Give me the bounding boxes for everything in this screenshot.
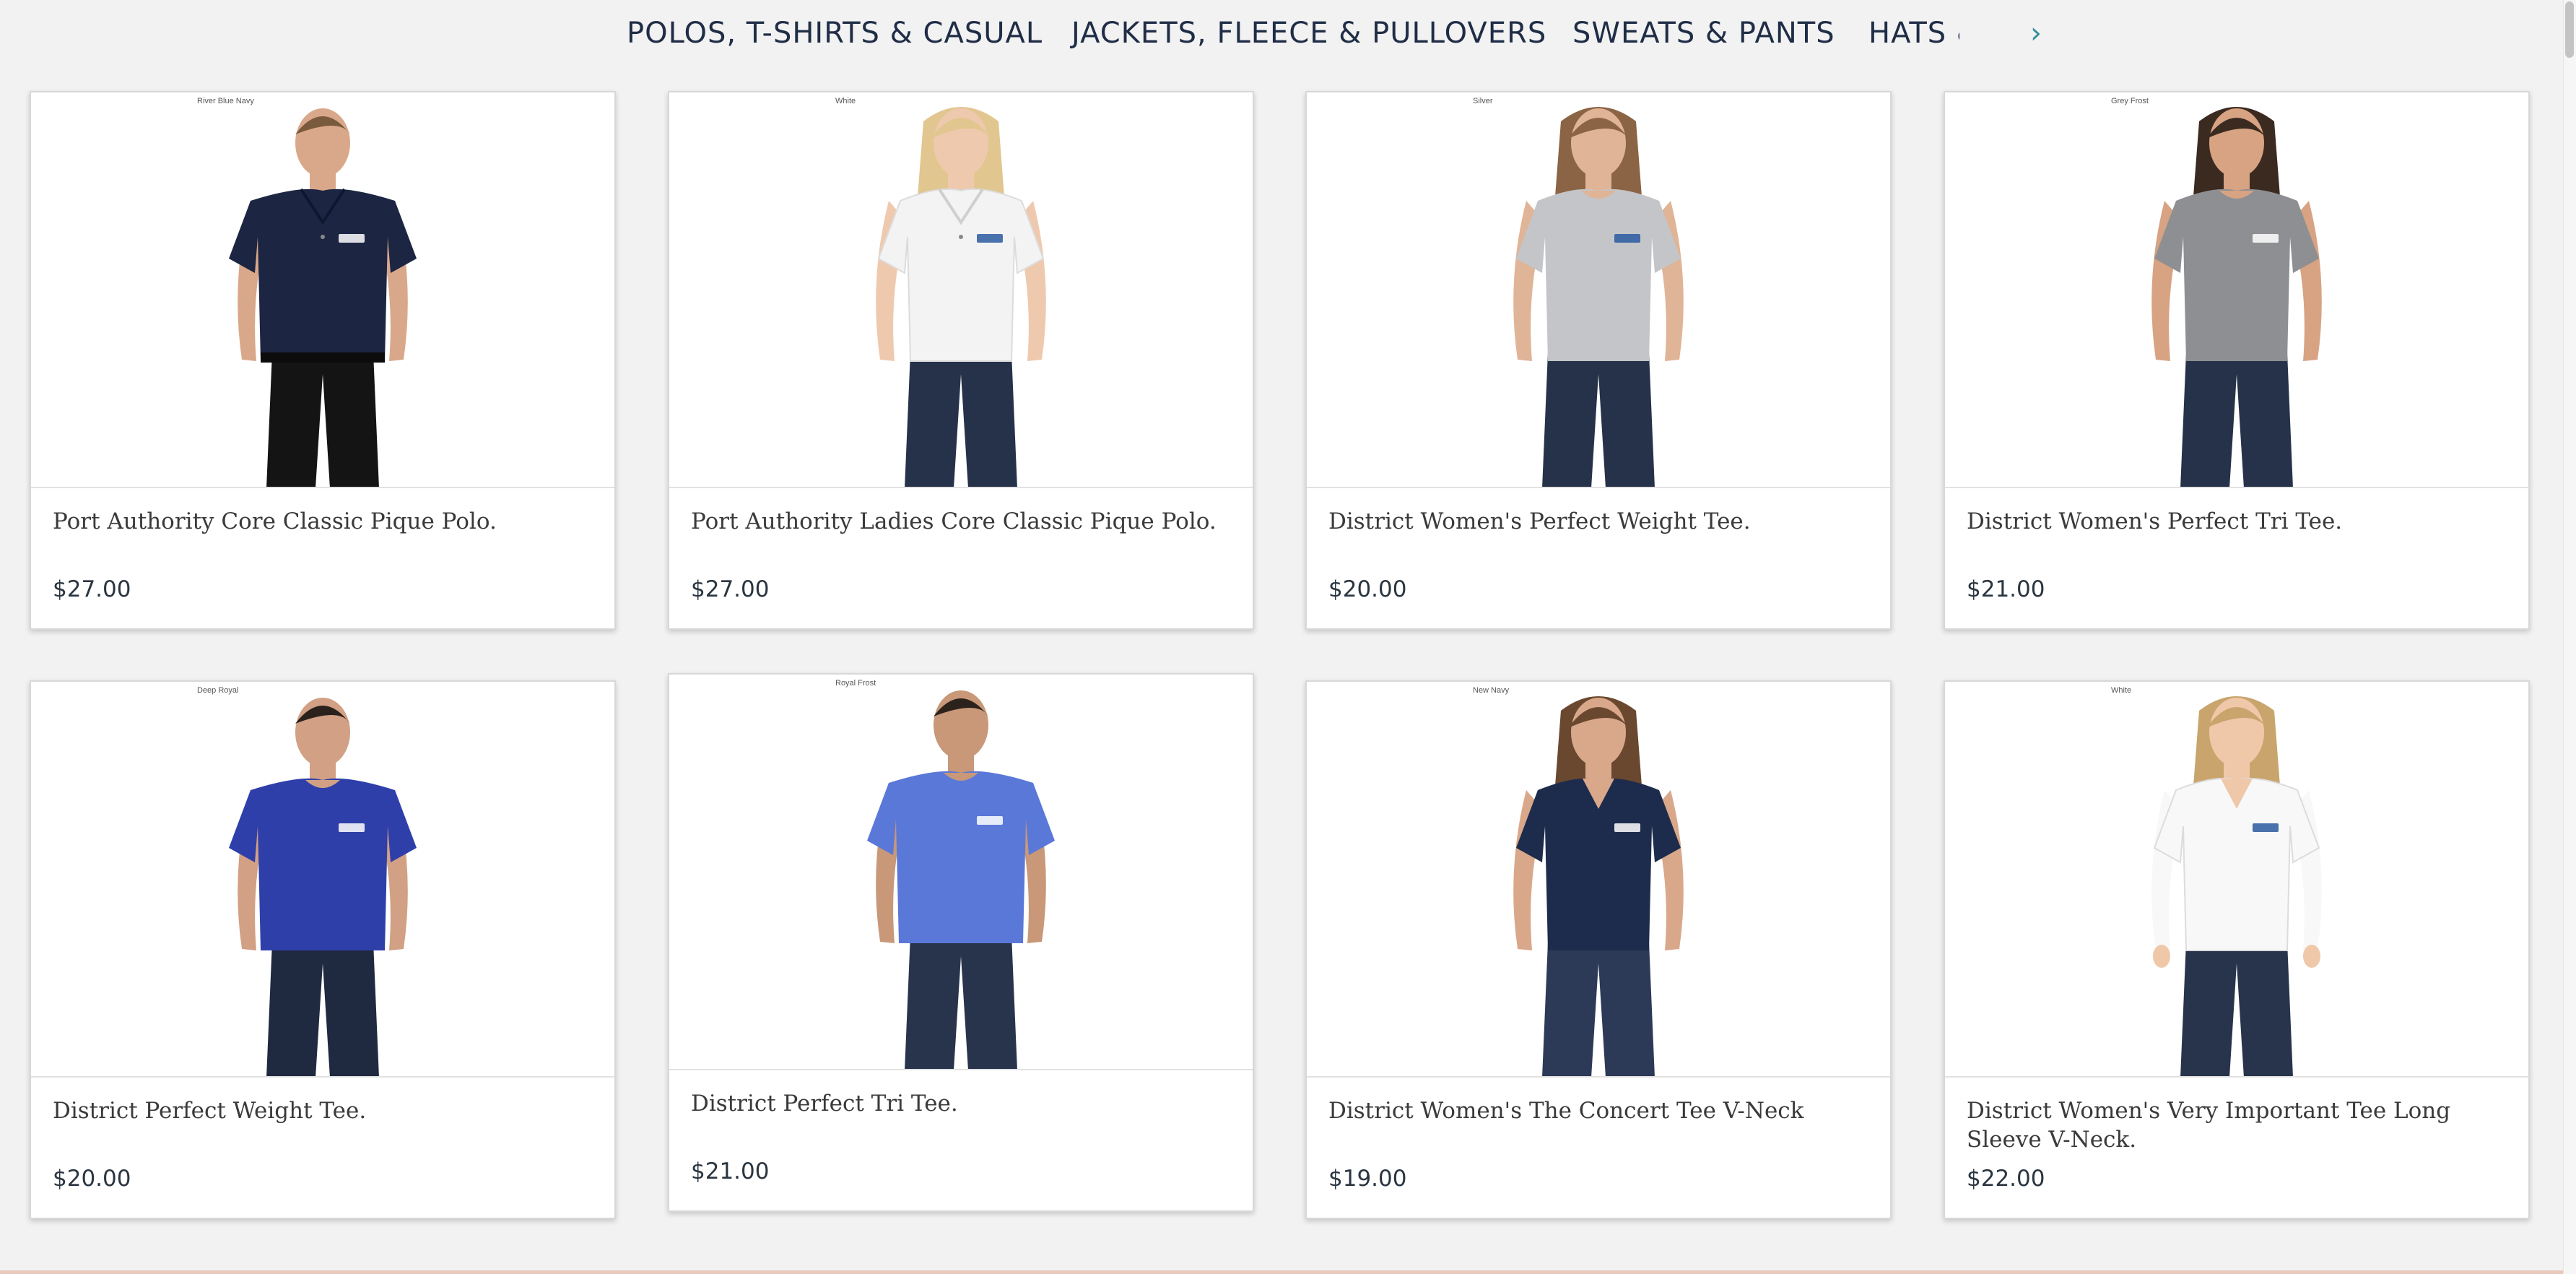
product-card[interactable]: White District Women's Very Important Te… bbox=[1944, 680, 2530, 1219]
product-image[interactable]: Deep Royal bbox=[31, 682, 614, 1078]
product-card[interactable]: Royal Frost District Perfect Tri Tee. $2… bbox=[668, 673, 1254, 1212]
nav-item-sweats[interactable]: SWEATS & PANTS bbox=[1572, 16, 1835, 51]
product-title[interactable]: Port Authority Ladies Core Classic Pique… bbox=[691, 507, 1240, 536]
product-card[interactable]: Deep Royal District Perfect Weight Tee. … bbox=[30, 680, 616, 1219]
product-price: $27.00 bbox=[53, 576, 131, 602]
product-image[interactable]: Royal Frost bbox=[669, 675, 1253, 1070]
model-figure bbox=[867, 690, 1055, 1069]
model-figure bbox=[2151, 107, 2322, 487]
category-nav-track: POLOS, T-SHIRTS & CASUAL JACKETS, FLEECE… bbox=[627, 0, 1959, 66]
scrollbar-thumb[interactable] bbox=[2565, 1, 2574, 58]
product-price: $21.00 bbox=[1967, 576, 2045, 602]
product-price: $27.00 bbox=[691, 576, 770, 602]
product-card[interactable]: Grey Frost District Women's Perfect Tri … bbox=[1944, 91, 2530, 630]
product-image[interactable]: White bbox=[669, 92, 1253, 488]
model-figure bbox=[1513, 107, 1684, 487]
product-title[interactable]: District Perfect Tri Tee. bbox=[691, 1089, 1240, 1118]
vertical-scrollbar[interactable] bbox=[2563, 0, 2576, 1274]
page-bottom-border bbox=[0, 1270, 2563, 1274]
product-title[interactable]: District Women's The Concert Tee V-Neck bbox=[1328, 1096, 1877, 1125]
product-image[interactable]: River Blue Navy bbox=[31, 92, 614, 488]
product-title[interactable]: District Perfect Weight Tee. bbox=[53, 1096, 601, 1125]
nav-item-polos[interactable]: POLOS, T-SHIRTS & CASUAL bbox=[627, 16, 1043, 51]
product-image[interactable]: Grey Frost bbox=[1945, 92, 2528, 488]
product-card[interactable]: Silver District Women's Perfect Weight T… bbox=[1305, 91, 1892, 630]
model-figure bbox=[229, 698, 417, 1076]
product-price: $20.00 bbox=[53, 1166, 131, 1192]
product-price: $21.00 bbox=[691, 1158, 770, 1184]
model-figure bbox=[876, 107, 1046, 487]
product-card[interactable]: River Blue Navy Port Authority Core Clas… bbox=[30, 91, 616, 630]
product-title[interactable]: District Women's Very Important Tee Long… bbox=[1967, 1096, 2515, 1154]
model-figure bbox=[229, 108, 417, 487]
category-nav: POLOS, T-SHIRTS & CASUAL JACKETS, FLEECE… bbox=[0, 0, 2576, 66]
product-image[interactable]: New Navy bbox=[1307, 682, 1890, 1078]
nav-item-hats[interactable]: HATS & bbox=[1868, 16, 1959, 51]
product-image[interactable]: Silver bbox=[1307, 92, 1890, 488]
product-image[interactable]: White bbox=[1945, 682, 2528, 1078]
product-card[interactable]: New Navy District Women's The Concert Te… bbox=[1305, 680, 1892, 1219]
product-title[interactable]: District Women's Perfect Tri Tee. bbox=[1967, 507, 2515, 536]
product-price: $20.00 bbox=[1328, 576, 1407, 602]
product-title[interactable]: Port Authority Core Classic Pique Polo. bbox=[53, 507, 601, 536]
product-price: $19.00 bbox=[1328, 1166, 1407, 1192]
nav-item-jackets[interactable]: JACKETS, FLEECE & PULLOVERS bbox=[1071, 16, 1546, 51]
product-title[interactable]: District Women's Perfect Weight Tee. bbox=[1328, 507, 1877, 536]
product-price: $22.00 bbox=[1967, 1166, 2045, 1192]
nav-next-arrow-icon[interactable]: › bbox=[2030, 16, 2052, 51]
model-figure bbox=[2151, 696, 2322, 1076]
model-figure bbox=[1513, 696, 1684, 1076]
product-card[interactable]: White Port Authority Ladies Core Classic… bbox=[668, 91, 1254, 630]
